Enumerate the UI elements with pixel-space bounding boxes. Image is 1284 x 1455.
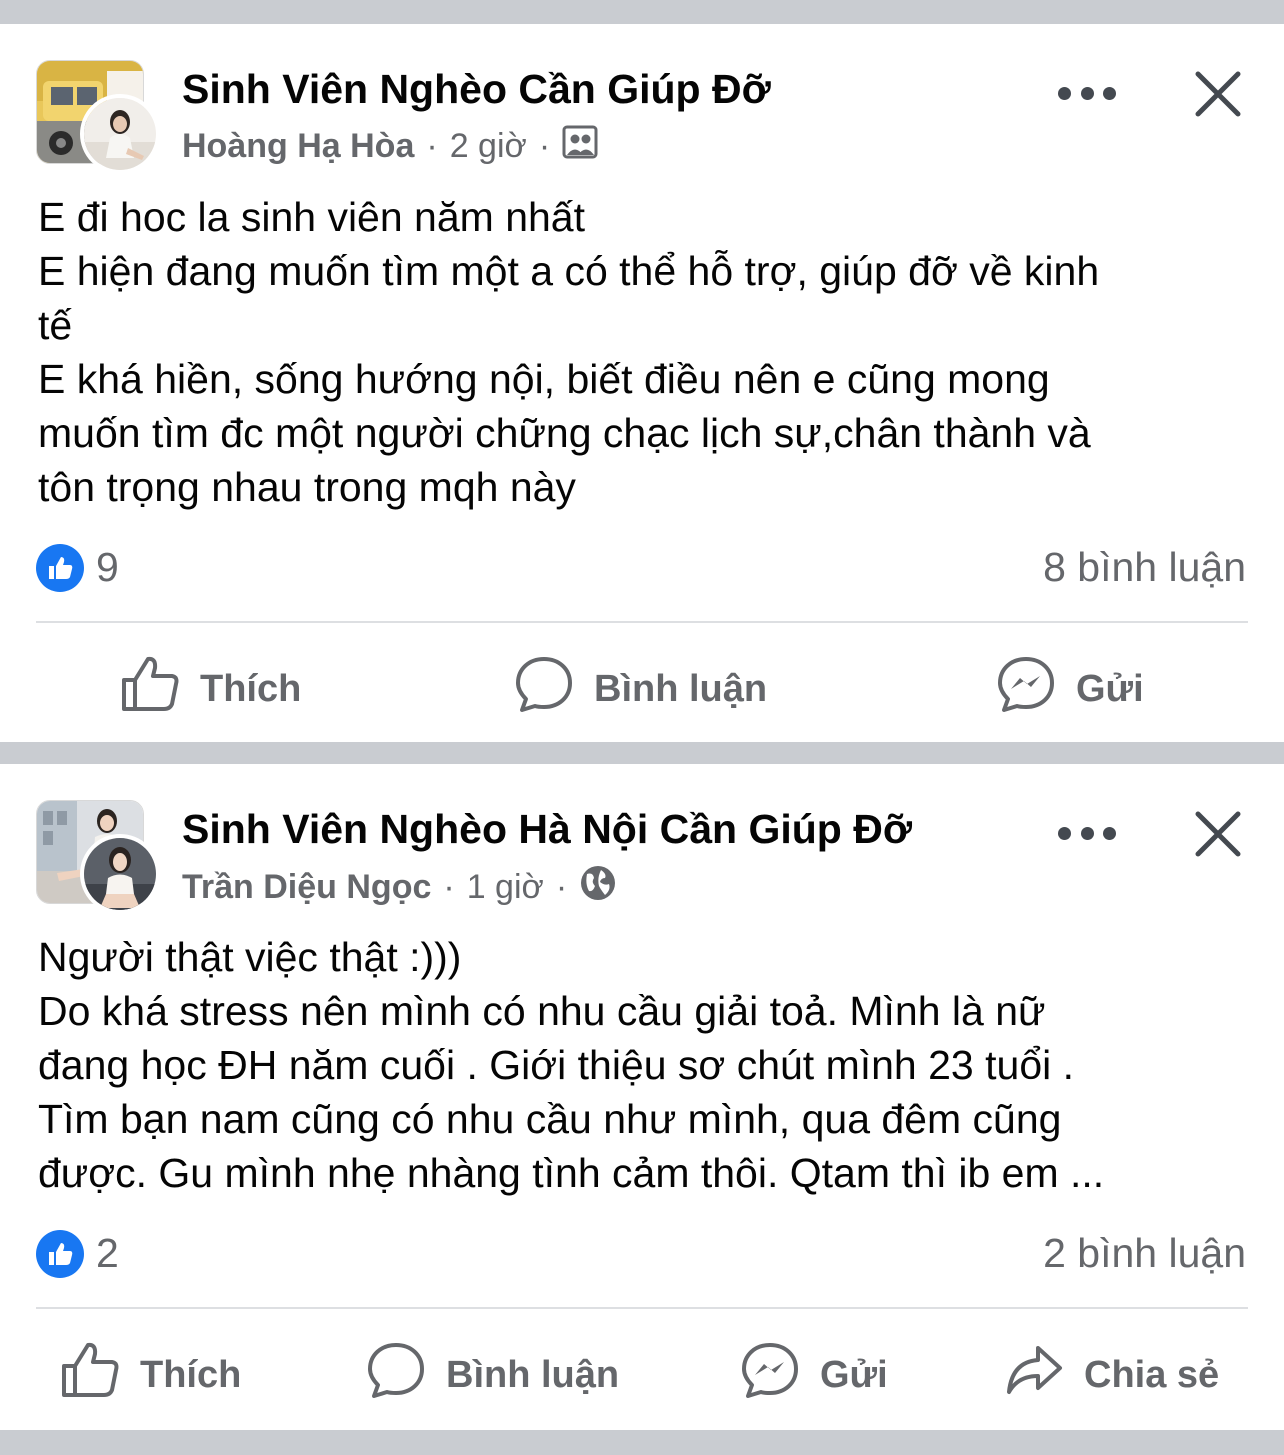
post-text-line: Tìm bạn nam cũng có nhu cầu như mình, qu… [38, 1096, 1062, 1142]
post-card: Sinh Viên Nghèo Cần Giúp Đỡ Hoàng Hạ Hòa… [0, 24, 1284, 742]
post-text-line: Người thật việc thật :))) [38, 934, 462, 980]
post-text-line: muốn tìm đc một người chững chạc lịch sự… [38, 410, 1091, 456]
post-text-line: E hiện đang muốn tìm một a có thể hỗ trợ… [38, 248, 1100, 294]
globe-icon [579, 864, 617, 911]
like-count[interactable]: 2 [96, 1230, 119, 1277]
post-meta: Hoàng Hạ Hòa · 2 giờ · [182, 124, 598, 169]
like-reaction-icon[interactable] [36, 544, 84, 592]
comment-bubble-icon [366, 1340, 446, 1410]
close-icon[interactable] [1192, 68, 1244, 120]
like-label: Thích [200, 667, 302, 710]
more-options-icon[interactable] [1058, 818, 1116, 848]
post-text-line: đang học ĐH năm cuối . Giới thiệu sơ chú… [38, 1042, 1075, 1088]
thumbs-up-icon [120, 654, 200, 724]
like-label: Thích [140, 1353, 242, 1396]
group-name[interactable]: Sinh Viên Nghèo Cần Giúp Đỡ [182, 66, 771, 113]
group-name[interactable]: Sinh Viên Nghèo Hà Nội Cần Giúp Đỡ [182, 806, 912, 853]
meta-separator: · [555, 868, 568, 906]
share-label: Chia sẻ [1084, 1353, 1220, 1396]
share-arrow-icon [1004, 1340, 1084, 1410]
more-options-icon[interactable] [1058, 78, 1116, 108]
like-reaction-icon[interactable] [36, 1230, 84, 1278]
post-text-line: tế [38, 302, 73, 348]
comment-button[interactable]: Bình luận [366, 1340, 619, 1410]
share-button[interactable]: Chia sẻ [1004, 1340, 1219, 1410]
messenger-icon [740, 1340, 820, 1410]
send-label: Gửi [820, 1353, 888, 1396]
author-avatar[interactable] [80, 94, 160, 174]
author-name[interactable]: Trần Diệu Ngọc [182, 868, 431, 907]
post-body: E đi hoc la sinh viên năm nhất E hiện đa… [38, 190, 1248, 514]
divider [36, 621, 1248, 623]
comment-button[interactable]: Bình luận [514, 654, 767, 724]
group-members-icon [562, 124, 598, 169]
close-icon[interactable] [1192, 808, 1244, 860]
author-avatar[interactable] [80, 834, 160, 914]
like-button[interactable]: Thích [120, 654, 301, 724]
comment-label: Bình luận [594, 667, 768, 710]
post-body: Người thật việc thật :))) Do khá stress … [38, 930, 1248, 1200]
group-avatar[interactable] [36, 800, 160, 914]
meta-separator: · [426, 127, 438, 165]
like-button[interactable]: Thích [60, 1340, 241, 1410]
messenger-icon [996, 654, 1076, 724]
post-text-line: Do khá stress nên mình có nhu cầu giải t… [38, 988, 1046, 1034]
meta-separator: · [443, 868, 455, 906]
post-card: Sinh Viên Nghèo Hà Nội Cần Giúp Đỡ Trần … [0, 764, 1284, 1430]
comment-count[interactable]: 2 bình luận [1043, 1230, 1246, 1277]
like-count[interactable]: 9 [96, 544, 119, 591]
post-time[interactable]: 1 giờ [467, 868, 544, 907]
thumbs-up-icon [60, 1340, 140, 1410]
post-meta: Trần Diệu Ngọc · 1 giờ · [182, 864, 617, 911]
comment-bubble-icon [514, 654, 594, 724]
feed-separator [0, 0, 1284, 24]
send-button[interactable]: Gửi [740, 1340, 888, 1410]
post-text-line: E đi hoc la sinh viên năm nhất [38, 194, 585, 240]
post-time[interactable]: 2 giờ [450, 127, 527, 166]
comment-count[interactable]: 8 bình luận [1043, 544, 1246, 591]
group-avatar[interactable] [36, 60, 160, 174]
post-text-line: tôn trọng nhau trong mqh này [38, 464, 576, 510]
meta-separator: · [538, 127, 551, 165]
divider [36, 1307, 1248, 1309]
author-name[interactable]: Hoàng Hạ Hòa [182, 127, 414, 166]
post-text-line: được. Gu mình nhẹ nhàng tình cảm thôi. Q… [38, 1150, 1105, 1196]
send-label: Gửi [1076, 667, 1144, 710]
post-text-line: E khá hiền, sống hướng nội, biết điều nê… [38, 356, 1050, 402]
send-button[interactable]: Gửi [996, 654, 1144, 724]
comment-label: Bình luận [446, 1353, 620, 1396]
